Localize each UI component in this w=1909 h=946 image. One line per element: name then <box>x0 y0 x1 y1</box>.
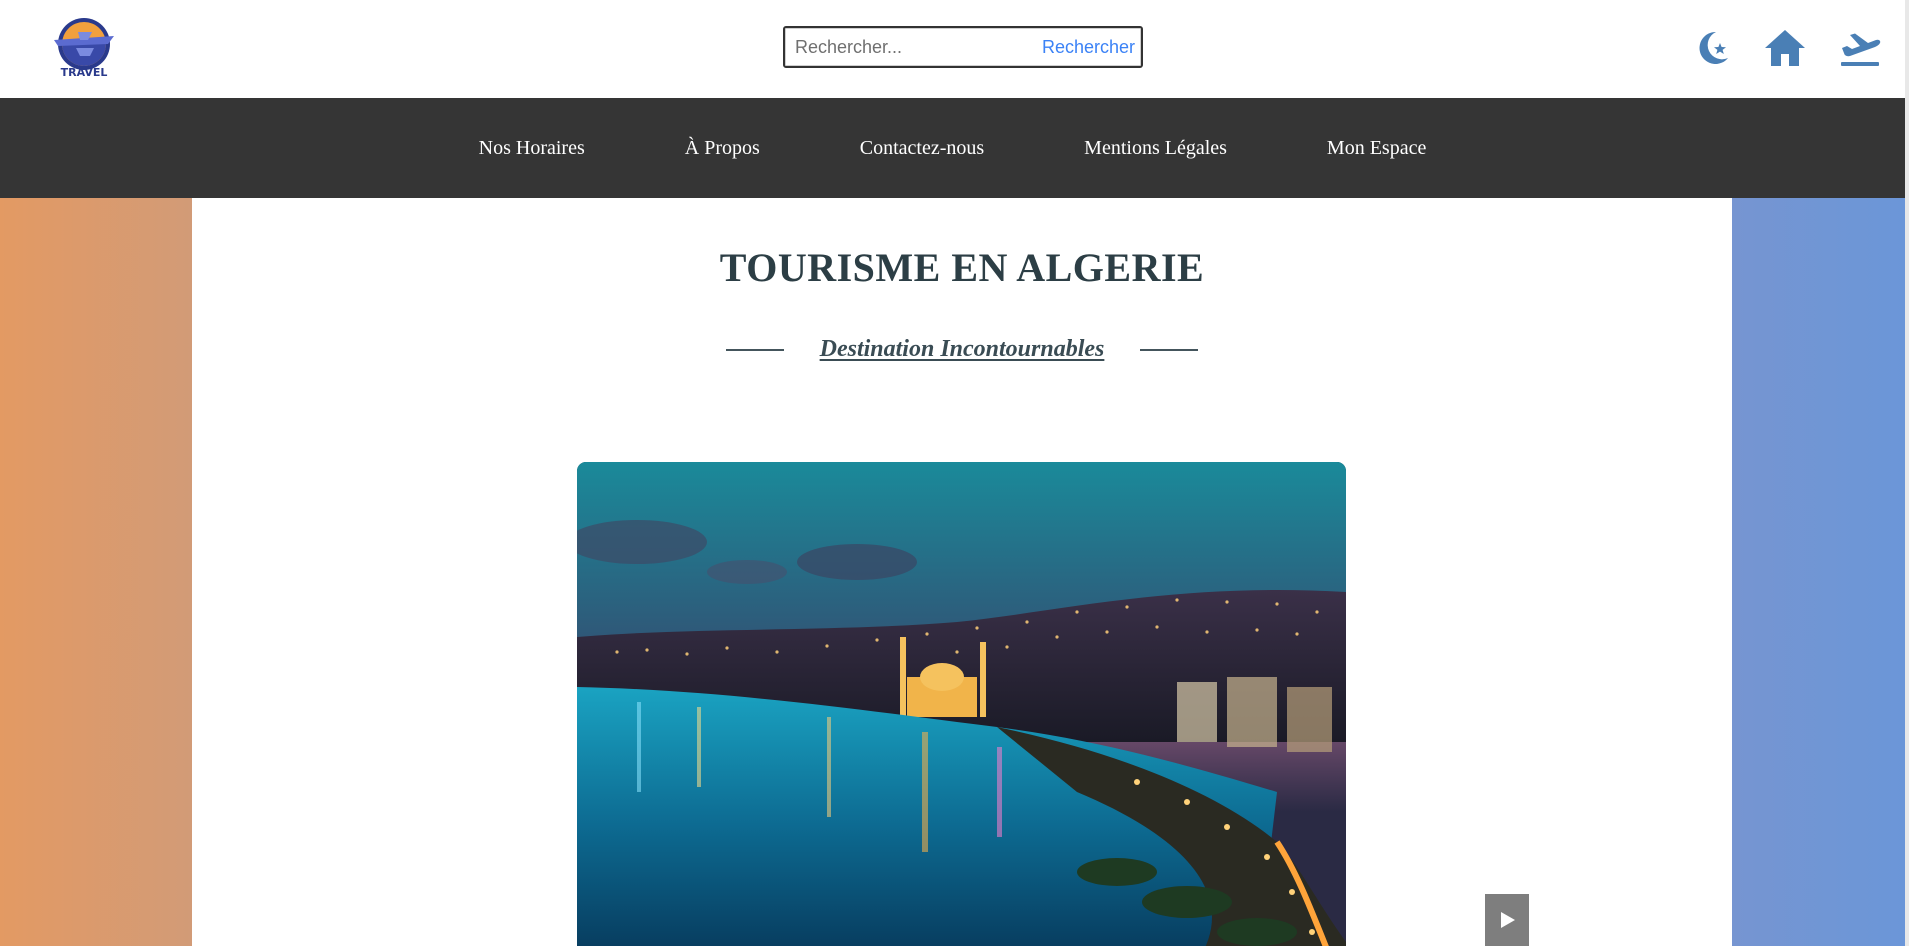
moon-star-icon[interactable] <box>1690 26 1734 70</box>
play-button[interactable] <box>1485 894 1529 946</box>
play-icon <box>1501 912 1515 928</box>
nav-link-mon-espace[interactable]: Mon Espace <box>1327 137 1426 160</box>
nav-link-a-propos[interactable]: À Propos <box>685 137 760 160</box>
home-icon[interactable] <box>1763 26 1807 70</box>
subtitle-divider-left <box>725 348 784 351</box>
nav-link-mentions-legales[interactable]: Mentions Légales <box>1084 137 1227 160</box>
nav-link-horaires[interactable]: Nos Horaires <box>479 137 585 160</box>
left-side-panel <box>0 198 192 946</box>
page-subtitle: Destination Incontournables <box>819 336 1105 362</box>
nav-link-contact[interactable]: Contactez-nous <box>860 137 984 160</box>
search-bar: Rechercher <box>783 26 1143 68</box>
subtitle-divider-right <box>1140 348 1199 351</box>
page-title: TOURISME EN ALGERIE <box>719 245 1205 290</box>
plane-departure-icon[interactable] <box>1838 26 1882 70</box>
search-input[interactable] <box>791 30 1029 64</box>
top-header: TRAVEL Rechercher <box>0 0 1905 98</box>
subtitle-row: Destination Incontournables <box>192 336 1732 363</box>
svg-text:TRAVEL: TRAVEL <box>61 66 108 79</box>
main-navbar: Nos Horaires À Propos Contactez-nous Men… <box>0 98 1905 198</box>
hero-media[interactable] <box>577 462 1346 946</box>
hero-image-night-coastline <box>577 462 1346 946</box>
nav-links: Nos Horaires À Propos Contactez-nous Men… <box>0 98 1905 198</box>
right-side-panel <box>1732 198 1905 946</box>
page-scrollbar[interactable] <box>1905 0 1909 946</box>
main-content: TOURISME EN ALGERIE Destination Incontou… <box>192 198 1732 946</box>
travel-logo[interactable]: TRAVEL <box>48 14 120 80</box>
search-button[interactable]: Rechercher <box>1042 30 1135 64</box>
